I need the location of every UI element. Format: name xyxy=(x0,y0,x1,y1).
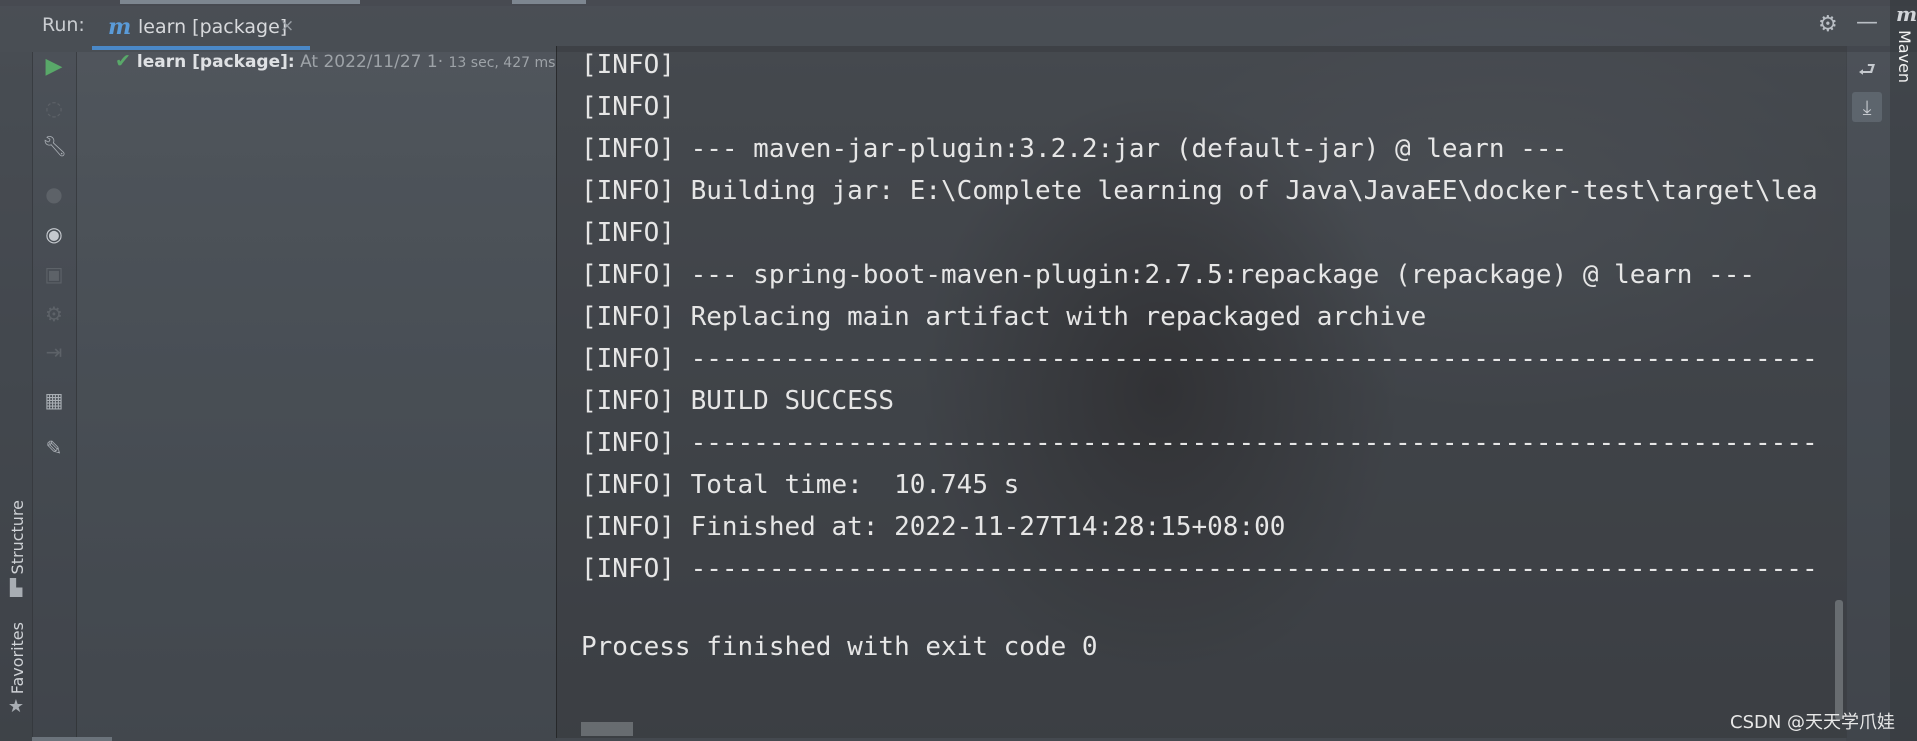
console-side-toolbar xyxy=(1846,46,1890,741)
tree-task-name: learn [package]: xyxy=(136,52,295,72)
star-icon: ★ xyxy=(7,696,25,717)
console-line: [INFO] --- maven-jar-plugin:3.2.2:jar (d… xyxy=(581,134,1568,164)
scroll-to-end-icon[interactable]: ⤓ xyxy=(1852,92,1882,122)
right-tool-window-stripe xyxy=(1890,0,1917,741)
console-output[interactable]: [INFO] [INFO] [INFO] --- maven-jar-plugi… xyxy=(581,44,1847,590)
console-line: [INFO] ---------------------------------… xyxy=(581,554,1818,584)
console-line: [INFO] --- spring-boot-maven-plugin:2.7.… xyxy=(581,260,1755,290)
structure-tab[interactable]: Structure xyxy=(8,500,27,574)
editor-tab-fragment[interactable] xyxy=(120,0,360,4)
wrench-icon[interactable]: 🔧︎ xyxy=(42,134,67,158)
editor-tab-fragment[interactable] xyxy=(512,0,586,4)
maven-tab[interactable]: Maven xyxy=(1895,30,1914,83)
camera-icon[interactable]: ▣ xyxy=(42,262,66,286)
watermark: CSDN @天天学爪娃 xyxy=(1730,712,1896,733)
process-exit-message: Process finished with exit code 0 xyxy=(581,632,1098,662)
gear-small-icon[interactable]: ⚙ xyxy=(42,302,66,326)
close-icon[interactable]: × xyxy=(280,16,294,36)
status-indicator xyxy=(32,737,112,741)
run-icon[interactable]: ▶ xyxy=(42,54,66,79)
minimize-icon[interactable]: — xyxy=(1856,10,1878,35)
run-tab-learn-package[interactable]: m learn [package] × xyxy=(92,6,310,50)
run-tree-panel xyxy=(77,52,556,741)
structure-icon: ▙ xyxy=(9,578,23,597)
console-line: [INFO] Finished at: 2022-11-27T14:28:15+… xyxy=(581,512,1286,542)
console-line: [INFO] ---------------------------------… xyxy=(581,344,1818,374)
tree-task-start: At 2022/11/27 1· xyxy=(300,52,444,72)
eye-icon[interactable]: ◉ xyxy=(42,222,66,246)
stop-icon[interactable]: ● xyxy=(42,182,66,206)
console-line: [INFO] xyxy=(581,50,675,80)
console-line: [INFO] BUILD SUCCESS xyxy=(581,386,895,416)
layout-icon[interactable]: ▦ xyxy=(42,388,66,412)
run-label: Run: xyxy=(42,14,85,36)
console-line: [INFO] xyxy=(581,92,675,122)
favorites-tab-label: Favorites xyxy=(8,622,27,695)
soft-wrap-icon[interactable]: ⮐ xyxy=(1852,54,1882,84)
horizontal-scrollbar[interactable] xyxy=(581,722,633,736)
console-line: [INFO] ---------------------------------… xyxy=(581,428,1818,458)
tree-task-duration: 13 sec, 427 ms xyxy=(448,55,556,71)
console-line: [INFO] Total time: 10.745 s xyxy=(581,470,1020,500)
console-line: [INFO] Replacing main artifact with repa… xyxy=(581,302,1427,332)
structure-tab-label: Structure xyxy=(8,500,27,575)
vertical-scrollbar[interactable] xyxy=(1835,600,1843,720)
settings-gear-icon[interactable]: ⚙ xyxy=(1818,12,1838,37)
run-tree-row[interactable]: ✔ learn [package]: At 2022/11/27 1· 13 se… xyxy=(115,50,555,72)
pin-icon[interactable]: ✎ xyxy=(42,436,66,460)
success-check-icon: ✔ xyxy=(115,50,131,72)
console-line: [INFO] Building jar: E:\Complete learnin… xyxy=(581,176,1818,206)
maven-icon: m xyxy=(108,14,132,40)
console-line: [INFO] xyxy=(581,218,675,248)
exit-icon[interactable]: ⇥ xyxy=(42,340,66,364)
maven-icon: m xyxy=(1896,2,1917,26)
run-tab-title: learn [package] xyxy=(138,16,288,38)
rerun-icon[interactable]: ◌ xyxy=(42,96,66,120)
favorites-tab[interactable]: Favorites xyxy=(8,622,27,694)
